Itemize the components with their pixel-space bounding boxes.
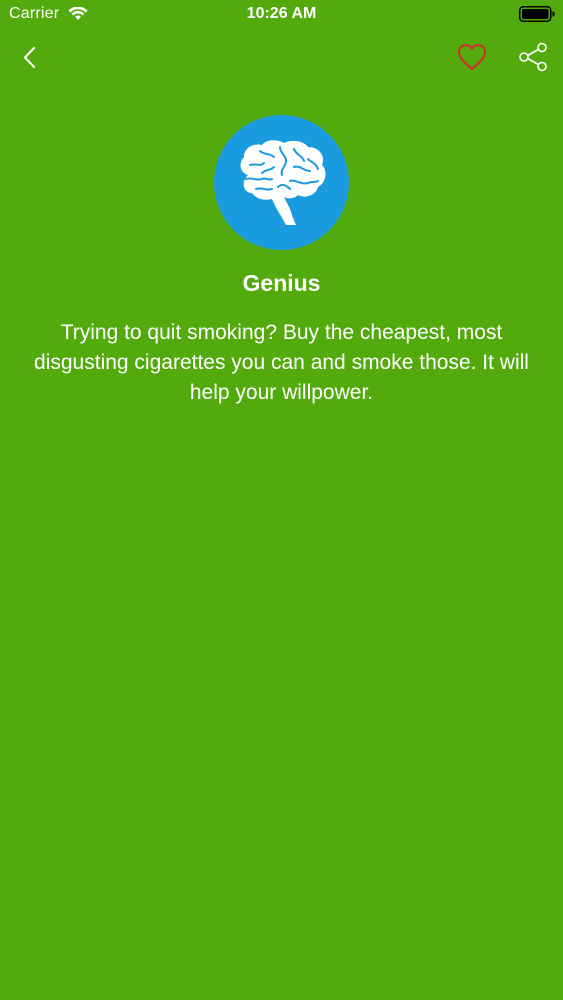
heart-outline-icon [458, 44, 486, 70]
navigation-bar [0, 36, 563, 78]
status-bar: Carrier 10:26 AM [0, 0, 563, 30]
chevron-left-icon [24, 47, 35, 68]
status-time: 10:26 AM [246, 5, 317, 22]
quote-text: Trying to quit smoking? Buy the cheapest… [34, 321, 529, 404]
share-icon [519, 42, 547, 72]
category-avatar [214, 115, 349, 250]
battery-icon [519, 6, 555, 22]
share-button[interactable] [516, 42, 550, 72]
page-title: Genius [242, 270, 321, 296]
favorite-button[interactable] [456, 42, 488, 72]
back-button[interactable] [16, 42, 46, 72]
brain-icon [240, 140, 326, 225]
